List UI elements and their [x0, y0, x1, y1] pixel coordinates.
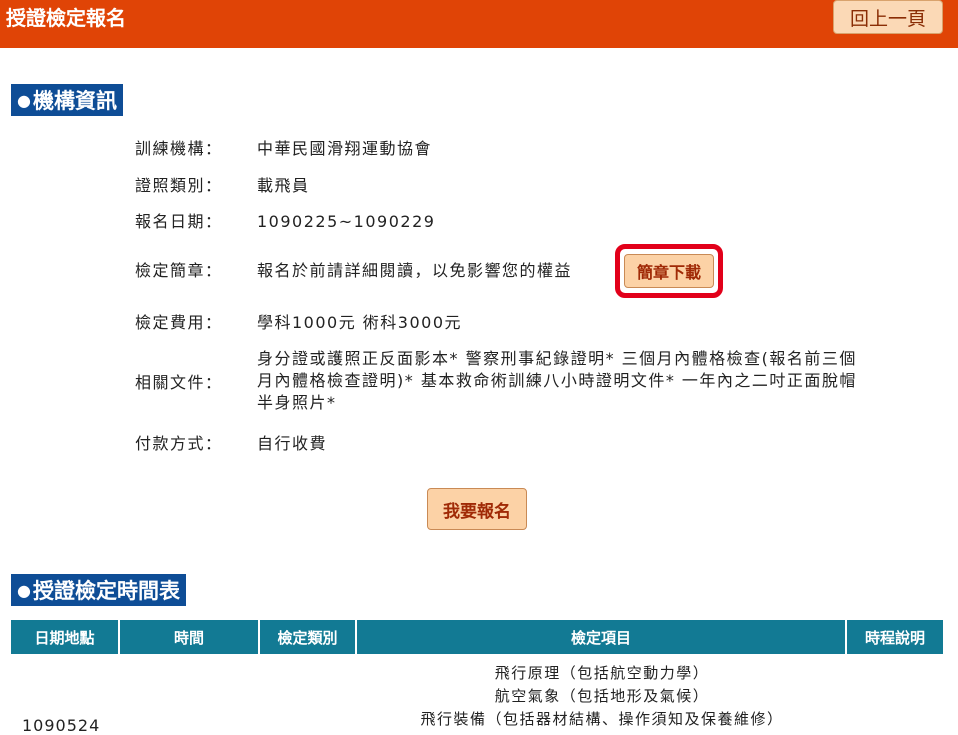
download-button[interactable]: 簡章下載 — [624, 254, 714, 288]
item-line: 航空氣象（包括地形及氣候） — [494, 687, 710, 705]
column-header: 檢定項目 — [357, 620, 847, 654]
rules-label: 檢定簡章： — [135, 261, 223, 280]
org-info-section-header: ● 機構資訊 — [11, 84, 123, 116]
documents-label: 相關文件： — [135, 373, 223, 392]
fee-label: 檢定費用： — [135, 313, 223, 332]
item-line: 飛行原理（包括航空動力學） — [494, 664, 710, 682]
signup-date-value: 1090225~1090229 — [257, 212, 436, 231]
bullet-icon: ● — [17, 580, 31, 600]
org-value: 中華民國滑翔運動協會 — [257, 139, 433, 158]
fee-value: 學科1000元 術科3000元 — [257, 313, 463, 332]
schedule-section-header: ● 授證檢定時間表 — [11, 574, 186, 606]
column-header: 檢定類別 — [260, 620, 357, 654]
org-label: 訓練機構： — [135, 139, 223, 158]
top-bar: 授證檢定報名 — [0, 0, 958, 48]
org-info-title: 機構資訊 — [32, 88, 117, 113]
payment-label: 付款方式： — [135, 434, 223, 453]
column-header: 時程說明 — [847, 620, 943, 654]
signup-date-label: 報名日期： — [135, 212, 223, 231]
documents-line: 身分證或護照正反面影本* 警察刑事紀錄證明* 三個月內體格檢查(報名前三個 — [257, 349, 857, 368]
bullet-icon: ● — [17, 90, 31, 110]
register-button[interactable]: 我要報名 — [427, 488, 527, 530]
documents-line: 月內體格檢查證明)* 基本救命術訓練八小時證明文件* 一年內之二吋正面脫帽 — [257, 371, 857, 390]
table-cell-date: 1090524 — [22, 716, 101, 735]
documents-line: 半身照片* — [257, 393, 337, 412]
rules-value: 報名於前請詳細閱讀，以免影響您的權益 — [257, 261, 573, 280]
item-line: 飛行裝備（包括器材結構、操作須知及保養維修） — [420, 710, 784, 728]
back-button[interactable]: 回上一頁 — [833, 0, 943, 34]
documents-value: 身分證或護照正反面影本* 警察刑事紀錄證明* 三個月內體格檢查(報名前三個 月內… — [257, 348, 917, 414]
schedule-title: 授證檢定時間表 — [32, 578, 180, 603]
license-type-value: 載飛員 — [257, 176, 310, 195]
table-cell-items: 飛行原理（包括航空動力學） 航空氣象（包括地形及氣候） 飛行裝備（包括器材結構、… — [358, 662, 846, 731]
column-header: 日期地點 — [11, 620, 120, 654]
license-type-label: 證照類別： — [135, 176, 223, 195]
page-title: 授證檢定報名 — [6, 6, 126, 30]
download-highlight: 簡章下載 — [615, 244, 723, 298]
schedule-table-header: 日期地點 時間 檢定類別 檢定項目 時程說明 — [11, 620, 943, 654]
column-header: 時間 — [120, 620, 260, 654]
payment-value: 自行收費 — [257, 434, 328, 453]
